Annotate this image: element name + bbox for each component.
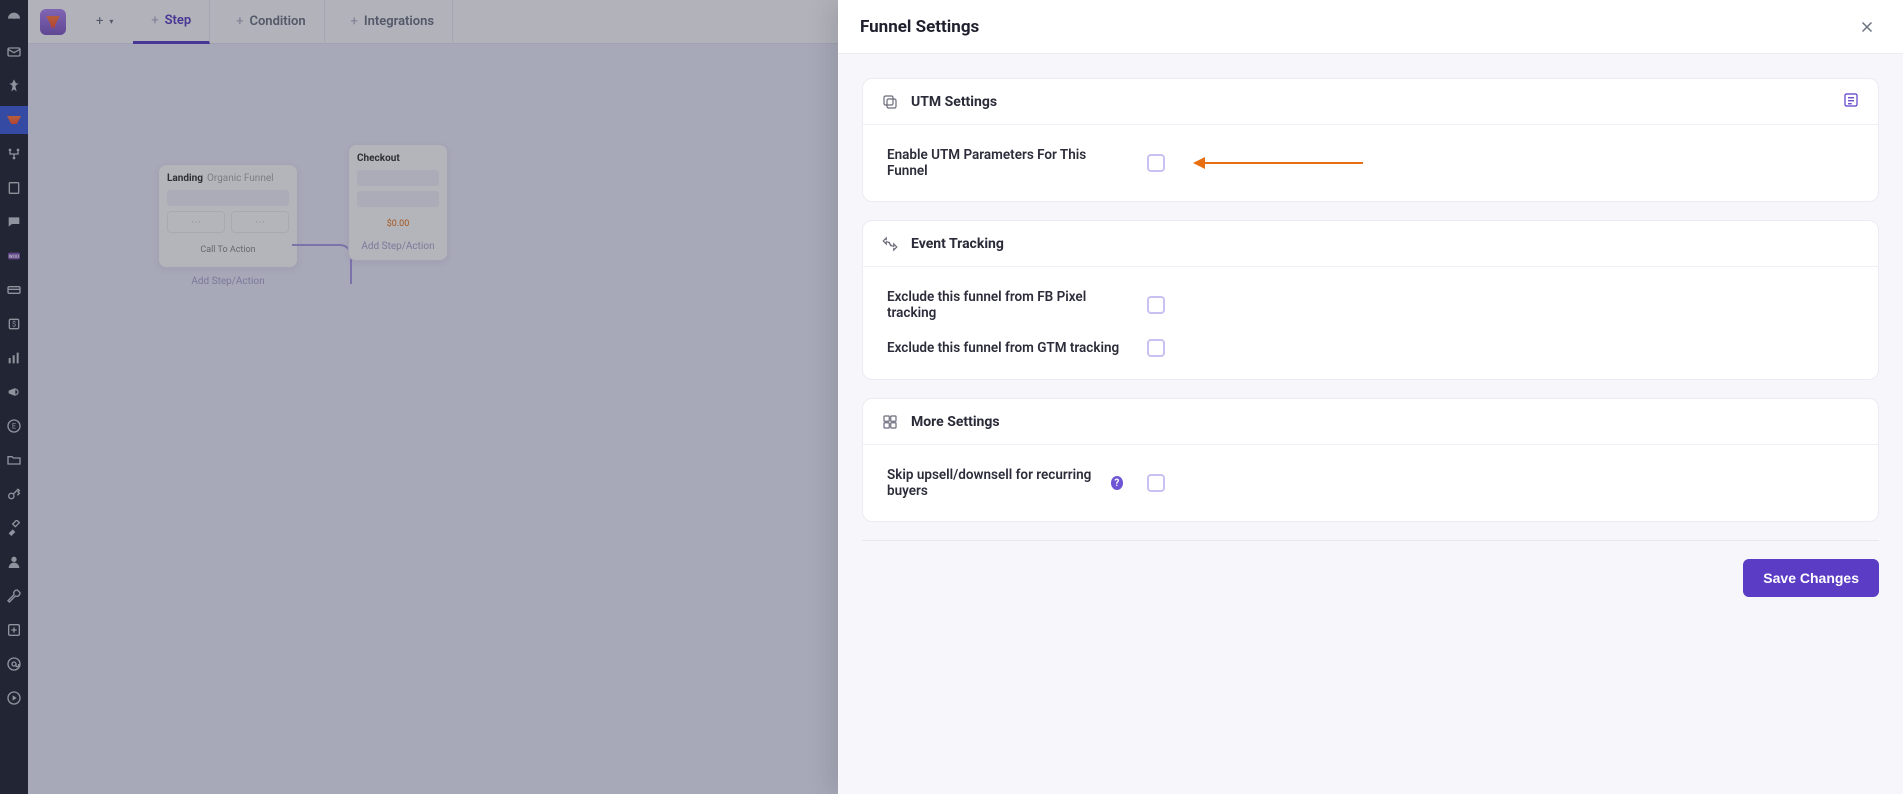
funnel-settings-drawer: Funnel Settings UTM Settings Enable UTM … [838, 0, 1903, 794]
drawer-body: UTM Settings Enable UTM Parameters For T… [838, 54, 1903, 794]
skip-upsell-checkbox[interactable] [1147, 474, 1165, 492]
section-event-tracking: Event Tracking Exclude this funnel from … [862, 220, 1879, 380]
enable-utm-checkbox[interactable] [1147, 154, 1165, 172]
setting-label: Exclude this funnel from FB Pixel tracki… [887, 289, 1123, 321]
section-header: Event Tracking [863, 221, 1878, 267]
exclude-fb-checkbox[interactable] [1147, 296, 1165, 314]
section-header: More Settings [863, 399, 1878, 445]
section-utm-settings: UTM Settings Enable UTM Parameters For T… [862, 78, 1879, 202]
setting-skip-upsell: Skip upsell/downsell for recurring buyer… [863, 449, 1878, 517]
setting-exclude-fb: Exclude this funnel from FB Pixel tracki… [863, 271, 1878, 339]
close-button[interactable] [1853, 13, 1881, 41]
setting-label: Skip upsell/downsell for recurring buyer… [887, 467, 1123, 499]
setting-label: Exclude this funnel from GTM tracking [887, 340, 1123, 356]
section-title: Event Tracking [911, 236, 1860, 252]
save-changes-button[interactable]: Save Changes [1743, 559, 1879, 597]
section-header: UTM Settings [863, 79, 1878, 125]
section-title: More Settings [911, 414, 1860, 430]
help-icon[interactable]: ? [1111, 476, 1123, 490]
drawer-title: Funnel Settings [860, 17, 979, 37]
footer-actions: Save Changes [862, 559, 1879, 597]
grid-icon [881, 413, 899, 431]
copy-icon [881, 93, 899, 111]
setting-label: Enable UTM Parameters For This Funnel [887, 147, 1123, 179]
setting-exclude-gtm: Exclude this funnel from GTM tracking [863, 339, 1878, 375]
callout-arrow-icon [1193, 158, 1363, 168]
divider [862, 540, 1879, 541]
drawer-header: Funnel Settings [838, 0, 1903, 54]
section-more-settings: More Settings Skip upsell/downsell for r… [862, 398, 1879, 522]
close-icon [1858, 18, 1876, 36]
sync-icon [881, 235, 899, 253]
section-title: UTM Settings [911, 94, 1830, 110]
notes-icon[interactable] [1842, 91, 1860, 113]
setting-enable-utm: Enable UTM Parameters For This Funnel [863, 129, 1878, 197]
exclude-gtm-checkbox[interactable] [1147, 339, 1165, 357]
setting-label-text: Skip upsell/downsell for recurring buyer… [887, 467, 1105, 499]
